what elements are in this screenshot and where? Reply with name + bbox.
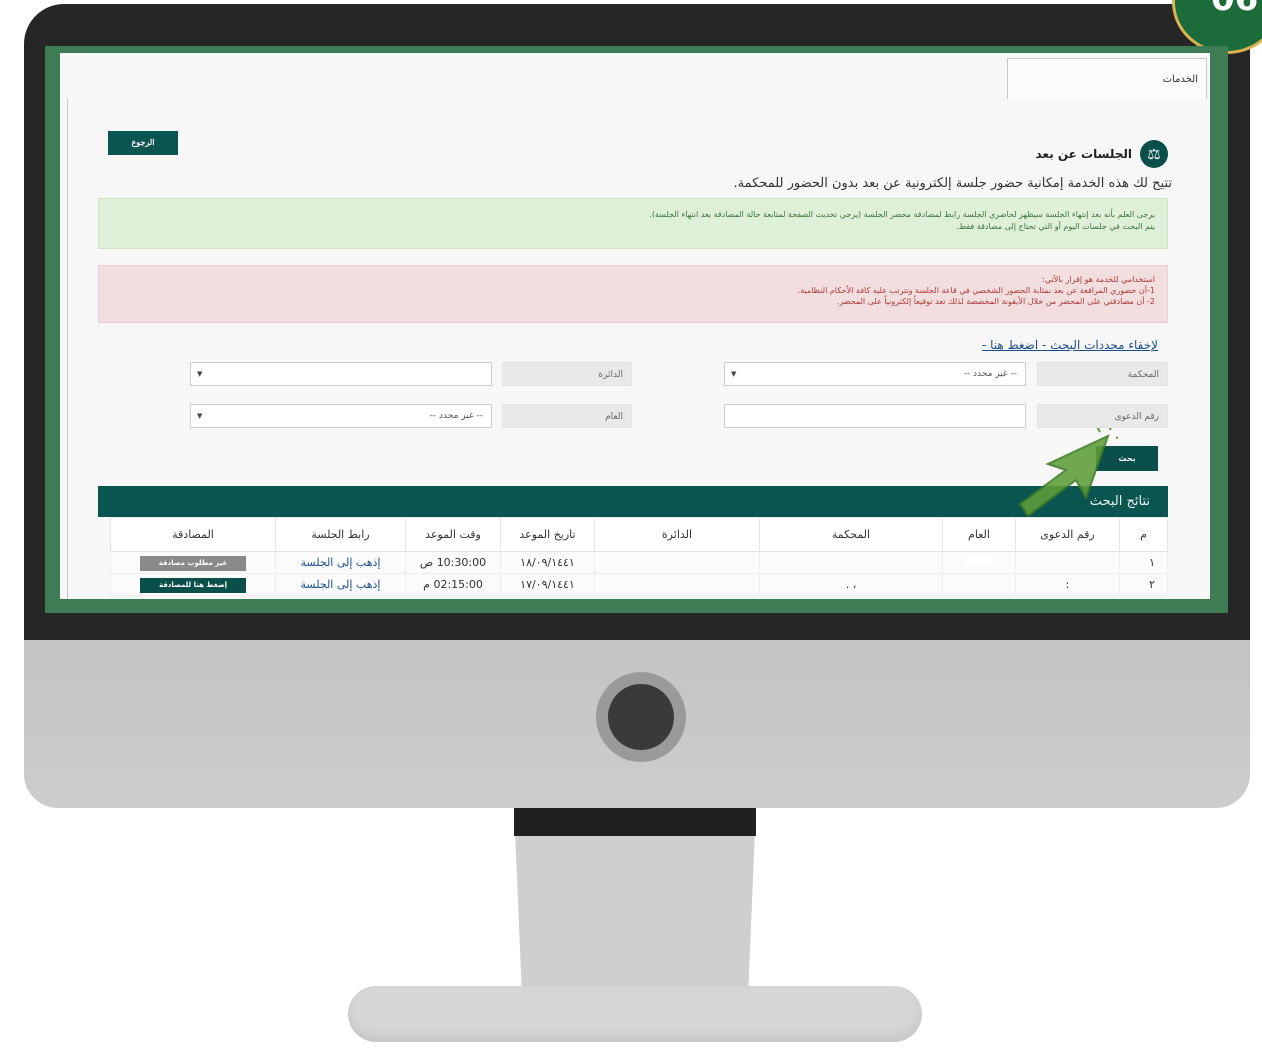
col-circuit: الدائرة xyxy=(594,517,760,552)
scales-of-justice-icon: ⚖ xyxy=(1140,140,1168,168)
info-alert-line-2: يتم البحث في جلسات اليوم أو التي تحتاج إ… xyxy=(956,222,1155,231)
row-circuit xyxy=(594,573,760,596)
row-time: 10:30:00 ص xyxy=(405,551,501,574)
row-session-link: إذهب إلى الجلسة xyxy=(275,551,406,574)
row-court: ، . xyxy=(759,573,943,596)
row-approval: إضغط هنا للمصادقة xyxy=(110,573,276,596)
court-select-value: -- غير محدد -- xyxy=(963,369,1017,379)
col-date: تاريخ الموعد xyxy=(500,517,595,552)
results-table: م رقم الدعوى العام المحكمة الدائرة تاريخ… xyxy=(110,517,1168,596)
redacted-value xyxy=(966,557,992,566)
chevron-down-icon: ▼ xyxy=(731,370,737,378)
arrow-shape xyxy=(1018,434,1110,518)
back-button[interactable]: الرجوع xyxy=(108,131,178,155)
monitor-stand-top xyxy=(514,808,756,836)
table-row: ١ ١٨/٠٩/١٤٤١ 10:30:00 ص إذهب إلى الجلسة … xyxy=(110,551,1168,574)
circuit-label: الدائرة xyxy=(502,362,632,386)
col-session-link: رابط الجلسة xyxy=(275,517,406,552)
page-title: الجلسات عن بعد xyxy=(1035,147,1132,161)
row-case-number: : xyxy=(1015,573,1120,596)
warning-alert-line-2: 1-أن حضوري المرافعة عن بعد بمثابة الحضور… xyxy=(797,286,1155,295)
info-alert-line-1: يرجى العلم بأنه بعد إنتهاء الجلسة سيظهر … xyxy=(649,210,1155,219)
year-label: العام xyxy=(502,404,632,428)
chevron-down-icon: ▼ xyxy=(197,370,203,378)
circuit-select[interactable]: ▼ xyxy=(190,362,492,386)
go-to-session-link[interactable]: إذهب إلى الجلسة xyxy=(301,556,381,569)
approval-not-required-badge: غير مطلوب مصادقة xyxy=(140,555,246,571)
go-to-session-link[interactable]: إذهب إلى الجلسة xyxy=(301,578,381,591)
case-number-input[interactable] xyxy=(724,404,1026,428)
pointer-arrow-icon xyxy=(1018,428,1118,518)
tab-services-label: الخدمات xyxy=(1162,74,1198,85)
row-date: ١٨/٠٩/١٤٤١ xyxy=(500,551,595,574)
row-index: ١ xyxy=(1119,551,1168,574)
info-alert: يرجى العلم بأنه بعد إنتهاء الجلسة سيظهر … xyxy=(98,198,1168,249)
year-select[interactable]: -- غير محدد -- ▼ xyxy=(190,404,492,428)
court-label: المحكمة xyxy=(1037,362,1168,386)
monitor-illustration: 06 الخدمات الرجوع ⚖ الجلسات عن بعد تتيح … xyxy=(0,0,1262,1052)
row-case-number xyxy=(1015,551,1120,574)
page-subtitle: تتيح لك هذه الخدمة إمكانية حضور جلسة إلك… xyxy=(733,176,1172,191)
approve-button[interactable]: إضغط هنا للمصادقة xyxy=(140,577,246,593)
col-index: م xyxy=(1119,517,1168,552)
case-number-label: رقم الدعوى xyxy=(1037,404,1168,428)
warning-alert: استخدامي للخدمة هو إقرار بالآتي: 1-أن حض… xyxy=(98,265,1168,323)
court-select[interactable]: -- غير محدد -- ▼ xyxy=(724,362,1026,386)
row-date: ١٧/٠٩/١٤٤١ xyxy=(500,573,595,596)
monitor-base xyxy=(348,986,922,1042)
chevron-down-icon: ▼ xyxy=(197,412,203,420)
row-index: ٢ xyxy=(1119,573,1168,596)
col-court: المحكمة xyxy=(759,517,943,552)
row-approval: غير مطلوب مصادقة xyxy=(110,551,276,574)
row-year xyxy=(942,573,1016,596)
page-header: ⚖ الجلسات عن بعد xyxy=(1035,140,1168,168)
row-time: 02:15:00 م xyxy=(405,573,501,596)
row-court xyxy=(759,551,943,574)
col-approval: المصادقة xyxy=(110,517,276,552)
webcam-icon xyxy=(596,672,686,762)
col-time: وقت الموعد xyxy=(405,517,501,552)
row-session-link: إذهب إلى الجلسة xyxy=(275,573,406,596)
click-spark-icon xyxy=(1109,428,1112,431)
hide-filters-link[interactable]: لإخفاء محددات البحث - اضغط هنا - xyxy=(982,338,1158,352)
click-spark-icon xyxy=(1096,428,1101,433)
screen: الخدمات الرجوع ⚖ الجلسات عن بعد تتيح لك … xyxy=(60,53,1210,599)
year-select-value: -- غير محدد -- xyxy=(429,411,483,421)
table-row: ٢ : ، . ١٧/٠٩/١٤٤١ 02:15:00 م إذهب إلى ا… xyxy=(110,573,1168,596)
warning-alert-line-3: 2- أن مصادقتي على المحضر من خلال الأيقون… xyxy=(836,297,1155,306)
click-spark-icon xyxy=(1115,436,1118,439)
row-circuit xyxy=(594,551,760,574)
warning-alert-line-1: استخدامي للخدمة هو إقرار بالآتي: xyxy=(1042,275,1155,284)
row-year xyxy=(942,551,1016,574)
tab-services[interactable]: الخدمات xyxy=(1007,58,1207,100)
webcam-lens xyxy=(608,684,674,750)
